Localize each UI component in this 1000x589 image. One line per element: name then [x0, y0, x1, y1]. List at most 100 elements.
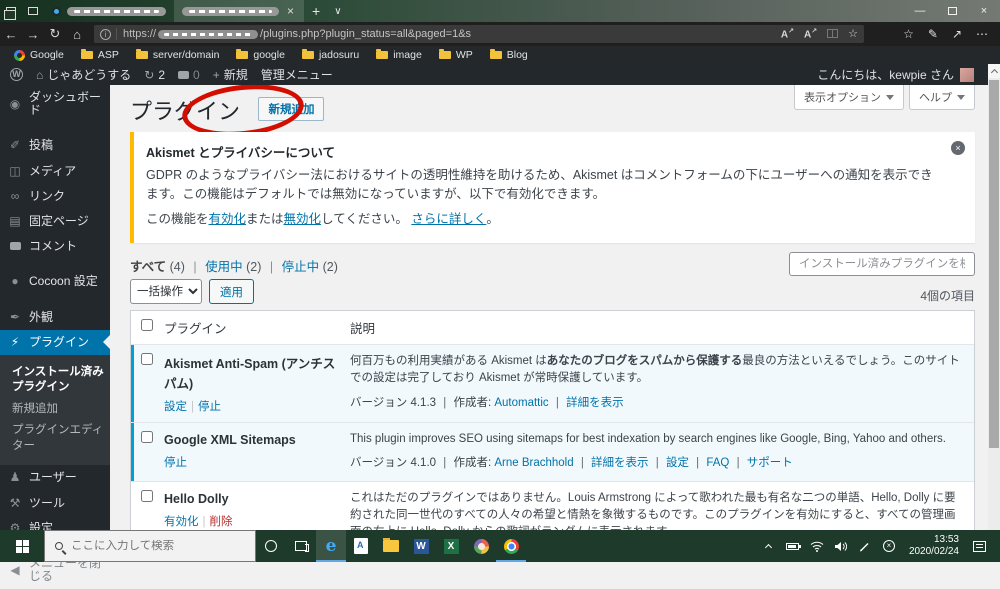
window-close-button[interactable]: × [968, 0, 1000, 22]
bookmark-folder-asp[interactable]: ASP [80, 49, 119, 61]
bulk-action-select[interactable]: 一括操作 [130, 279, 202, 305]
enable-link[interactable]: 有効化 [209, 212, 247, 226]
comments-menu[interactable]: 0 [178, 68, 200, 82]
home-icon[interactable]: ⌂ [66, 27, 88, 42]
taskbar-search-input[interactable] [71, 540, 231, 552]
task-view-button[interactable] [286, 530, 316, 562]
word-taskbar-button[interactable]: W [406, 530, 436, 562]
action-center-icon[interactable] [968, 530, 990, 562]
settings-link[interactable]: 設定 [666, 457, 689, 469]
status-circle-x-icon[interactable]: × [878, 530, 900, 562]
scrollbar-thumb[interactable] [989, 80, 999, 448]
wifi-icon[interactable] [806, 530, 828, 562]
howdy-greeting[interactable]: こんにちは、kewpie さん [817, 66, 954, 83]
bookmark-folder-blog[interactable]: Blog [489, 49, 528, 61]
back-icon[interactable]: ← [0, 27, 22, 42]
submenu-plugin-editor[interactable]: プラグインエディター [0, 420, 110, 457]
ink-pen-icon[interactable]: ✎ [928, 27, 938, 41]
filter-inactive[interactable]: 停止中 [282, 260, 320, 274]
window-minimize-button[interactable]: — [904, 0, 936, 22]
read-aloud-icon[interactable]: A↗ [781, 27, 794, 40]
bookmark-folder-wp[interactable]: WP [438, 49, 473, 61]
text-editor-taskbar-button[interactable] [346, 530, 376, 562]
browser-tab-1[interactable] [44, 0, 174, 22]
sidebar-item-users[interactable]: ♟ ユーザー [0, 465, 110, 490]
taskbar-search[interactable] [44, 530, 256, 562]
bookmark-folder-server-domain[interactable]: server/domain [135, 49, 219, 61]
settings-action-link[interactable]: 設定 [164, 401, 187, 413]
help-button[interactable]: ヘルプ [909, 85, 975, 110]
row-checkbox[interactable] [141, 489, 153, 502]
sidebar-item-appearance[interactable]: ✒ 外観 [0, 305, 110, 330]
reading-view-icon[interactable] [827, 29, 839, 39]
taskbar-clock[interactable]: 13:53 2020/02/24 [902, 534, 966, 559]
excel-taskbar-button[interactable]: X [436, 530, 466, 562]
site-name-menu[interactable]: ⌂ じゃあどうする [36, 66, 131, 83]
search-plugins-input[interactable] [789, 252, 975, 277]
browser-tab-2[interactable]: × [174, 0, 304, 22]
settings-ellipsis-icon[interactable]: ⋯ [976, 27, 988, 41]
sidebar-item-pages[interactable]: ▤ 固定ページ [0, 209, 110, 234]
screen-options-button[interactable]: 表示オプション [794, 85, 904, 110]
author-link[interactable]: Arne Brachhold [494, 457, 573, 469]
url-field[interactable]: i https:// /plugins.php?plugin_status=al… [94, 25, 864, 43]
page-scrollbar[interactable] [988, 64, 1000, 530]
filter-all[interactable]: すべて [130, 260, 166, 274]
row-checkbox[interactable] [141, 431, 153, 444]
apply-button[interactable]: 適用 [209, 279, 254, 305]
tab-dropdown-icon[interactable]: ∨ [328, 6, 347, 17]
bookmark-google[interactable]: Google [14, 49, 64, 61]
faq-link[interactable]: FAQ [706, 457, 729, 469]
sidebar-item-comments[interactable]: コメント [0, 234, 110, 259]
activate-action-link[interactable]: 有効化 [164, 516, 199, 528]
sidebar-item-dashboard[interactable]: ◉ ダッシュボード [0, 85, 110, 123]
set-tabs-aside-icon[interactable] [22, 0, 44, 22]
author-link[interactable]: Automattic [494, 397, 548, 409]
sidebar-item-cocoon-settings[interactable]: ● Cocoon 設定 [0, 269, 110, 294]
submenu-add-new[interactable]: 新規追加 [0, 399, 110, 421]
favorites-hub-icon[interactable]: ☆ [903, 27, 914, 41]
disable-link[interactable]: 無効化 [284, 212, 322, 226]
filter-active[interactable]: 使用中 [205, 260, 243, 274]
tray-chevron-up-icon[interactable] [758, 530, 780, 562]
start-button[interactable] [0, 530, 44, 562]
tab-preview-icon[interactable] [0, 0, 22, 22]
forward-icon[interactable]: → [22, 27, 44, 42]
text-tools-icon[interactable]: A↗ [804, 27, 817, 40]
support-link[interactable]: サポート [747, 457, 793, 469]
file-explorer-taskbar-button[interactable] [376, 530, 406, 562]
add-new-plugin-button[interactable]: 新規追加 [258, 97, 325, 121]
pen-icon[interactable] [854, 530, 876, 562]
chrome-taskbar-button[interactable] [496, 530, 526, 562]
scrollbar-up-icon[interactable] [988, 64, 1000, 78]
sidebar-item-media[interactable]: ◫ メディア [0, 159, 110, 184]
sidebar-item-plugins[interactable]: ⚡ プラグイン [0, 329, 110, 355]
dismiss-notice-icon[interactable]: × [951, 141, 965, 155]
details-link[interactable]: 詳細を表示 [566, 397, 624, 409]
add-favorite-star-icon[interactable]: ☆ [848, 27, 858, 40]
row-checkbox[interactable] [141, 353, 153, 366]
bookmark-folder-image[interactable]: image [376, 49, 422, 61]
deactivate-action-link[interactable]: 停止 [198, 401, 221, 413]
new-content-menu[interactable]: + 新規 [213, 66, 248, 83]
learn-more-link[interactable]: さらに詳しく [411, 212, 486, 226]
site-info-icon[interactable]: i [100, 28, 111, 40]
share-icon[interactable]: ↗ [952, 27, 962, 41]
select-all-checkbox[interactable] [141, 319, 153, 332]
bookmark-folder-google[interactable]: google [236, 49, 285, 61]
wp-logo-menu[interactable]: W [10, 68, 23, 81]
submenu-installed-plugins[interactable]: インストール済みプラグイン [0, 362, 110, 399]
tab-close-icon[interactable]: × [285, 4, 296, 18]
sidebar-item-tools[interactable]: ⚒ ツール [0, 491, 110, 516]
admin-menu-item[interactable]: 管理メニュー [261, 66, 333, 83]
deactivate-action-link[interactable]: 停止 [164, 457, 187, 469]
delete-action-link[interactable]: 削除 [210, 516, 233, 528]
window-maximize-button[interactable] [936, 0, 968, 22]
sidebar-item-posts[interactable]: ✐ 投稿 [0, 133, 110, 158]
details-link[interactable]: 詳細を表示 [591, 457, 649, 469]
updates-menu[interactable]: ↻ 2 [144, 68, 165, 82]
new-tab-button[interactable]: + [304, 3, 328, 19]
bookmark-folder-jadosuru[interactable]: jadosuru [301, 49, 359, 61]
speaker-icon[interactable] [830, 530, 852, 562]
battery-icon[interactable] [782, 530, 804, 562]
